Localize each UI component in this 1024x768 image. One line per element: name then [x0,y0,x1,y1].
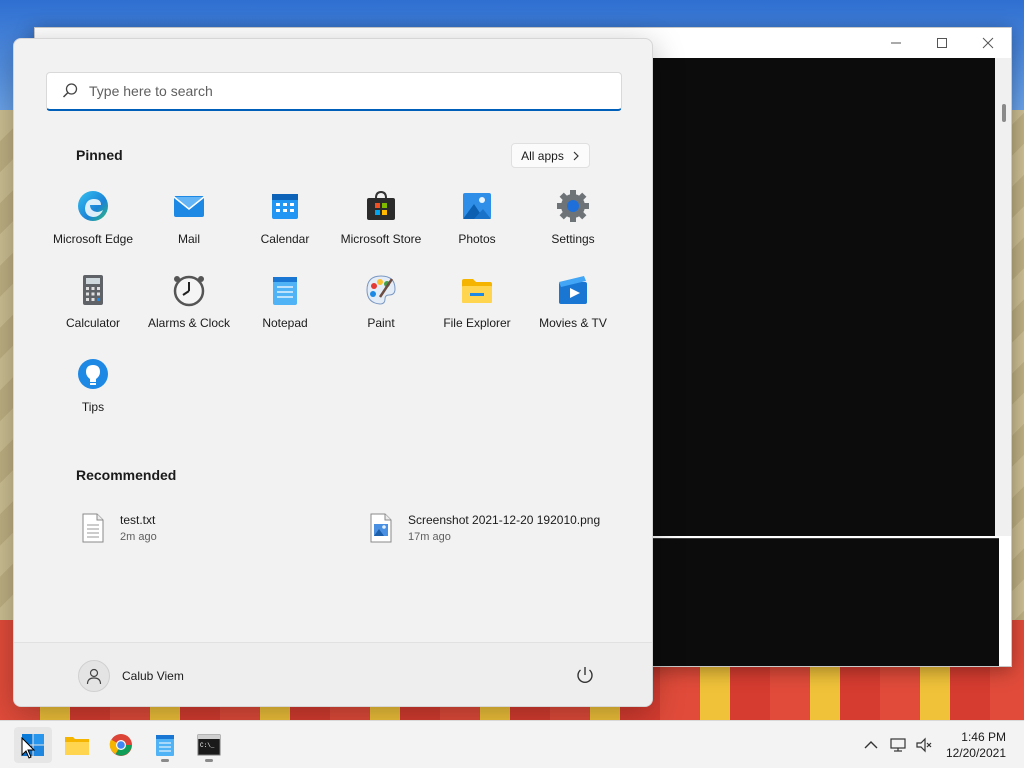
pinned-app-tips[interactable]: Tips [45,353,141,433]
edge-icon [78,191,108,221]
notepad-icon [273,277,297,305]
pinned-app-notepad[interactable]: Notepad [237,269,333,349]
user-name: Calub Viem [122,669,184,683]
pinned-app-label: Notepad [262,316,308,330]
text-file-icon [82,513,104,543]
pinned-app-store[interactable]: Microsoft Store [333,185,429,265]
minimize-button[interactable] [873,28,919,58]
pinned-app-mail[interactable]: Mail [141,185,237,265]
clock-date: 12/20/2021 [945,746,1006,760]
pinned-app-calendar[interactable]: Calendar [237,185,333,265]
pinned-app-label: Mail [177,232,200,246]
pinned-app-edge[interactable]: Microsoft Edge [45,185,141,265]
search-input[interactable]: Type here to search [89,83,213,99]
clock-icon [173,275,205,307]
mail-icon [173,196,205,217]
pinned-app-label: Alarms & Clock [147,316,230,330]
taskbar-terminal[interactable]: C:\_ [190,727,228,763]
notepad-icon [156,735,174,756]
system-clock[interactable]: 1:46 PM 12/20/2021 [946,729,1006,761]
user-icon [86,668,102,685]
mouse-cursor-icon [21,737,35,759]
user-account-button[interactable]: Calub Viem [78,660,184,692]
taskbar-chrome[interactable] [102,727,140,763]
running-indicator [161,759,169,762]
pinned-app-movies[interactable]: Movies & TV [525,269,621,349]
settings-icon [557,190,589,222]
taskbar-notepad[interactable] [146,727,184,763]
pinned-heading: Pinned [76,147,123,163]
pinned-app-file-explorer[interactable]: File Explorer [429,269,525,349]
pinned-app-label: Tips [81,400,105,414]
movies-icon [559,276,587,304]
folder-icon [462,279,492,303]
pinned-app-label: Calculator [65,316,121,330]
clock-time: 1:46 PM [961,730,1006,744]
chrome-icon [109,734,132,756]
pinned-app-label: Paint [367,316,395,330]
search-box[interactable]: Type here to search [46,72,622,111]
taskbar-file-explorer[interactable] [58,727,96,763]
pinned-app-label: Calendar [260,232,310,246]
terminal-icon: C:\_ [197,734,221,756]
scrollbar-thumb[interactable] [1002,104,1006,122]
pinned-app-alarms[interactable]: Alarms & Clock [141,269,237,349]
minimize-icon [891,42,901,44]
pinned-app-calculator[interactable]: Calculator [45,269,141,349]
pinned-app-settings[interactable]: Settings [525,185,621,265]
pinned-app-label: Movies & TV [539,316,607,330]
power-icon[interactable] [574,664,596,686]
recommended-item-time: 2m ago [120,531,157,543]
running-indicator [205,759,213,762]
console-scrollbar[interactable] [995,58,1011,536]
image-file-icon [370,513,392,543]
photos-icon [463,193,491,219]
store-icon [367,190,395,220]
pinned-app-paint[interactable]: Paint [333,269,429,349]
maximize-icon [937,38,947,48]
svg-text:C:\_: C:\_ [200,742,215,749]
tips-icon [78,359,108,389]
all-apps-button[interactable]: All apps [511,143,590,168]
pinned-app-photos[interactable]: Photos [429,185,525,265]
recommended-item-name: Screenshot 2021-12-20 192010.png [408,513,601,527]
calendar-icon [272,194,298,219]
volume-muted-icon[interactable] [915,736,933,754]
chevron-up-icon[interactable] [862,736,880,754]
calculator-icon [83,275,103,305]
all-apps-label: All apps [521,148,564,163]
pinned-app-label: Settings [551,232,595,246]
pinned-app-label: File Explorer [443,316,511,330]
pinned-app-label: Microsoft Store [340,232,422,246]
recommended-item-time: 17m ago [408,531,451,543]
recommended-item-name: test.txt [120,513,156,527]
network-icon[interactable] [889,736,907,754]
pinned-app-label: Photos [458,232,496,246]
recommended-heading: Recommended [76,467,177,483]
search-icon [62,83,78,98]
avatar [78,660,110,692]
start-menu-footer: Calub Viem [14,642,652,706]
recommended-item[interactable]: Screenshot 2021-12-20 192010.png 17m ago [368,513,600,543]
close-button[interactable] [965,28,1011,58]
start-menu: Type here to search Pinned All apps Micr… [13,38,653,707]
close-icon [982,37,994,49]
folder-icon [65,737,89,755]
recommended-item[interactable]: test.txt 2m ago [80,513,157,543]
maximize-button[interactable] [919,28,965,58]
pinned-app-label: Microsoft Edge [52,232,134,246]
taskbar: C:\_ 1:46 PM 12/20/2021 [0,720,1024,768]
paint-icon [366,275,396,305]
chevron-right-icon [573,151,579,160]
